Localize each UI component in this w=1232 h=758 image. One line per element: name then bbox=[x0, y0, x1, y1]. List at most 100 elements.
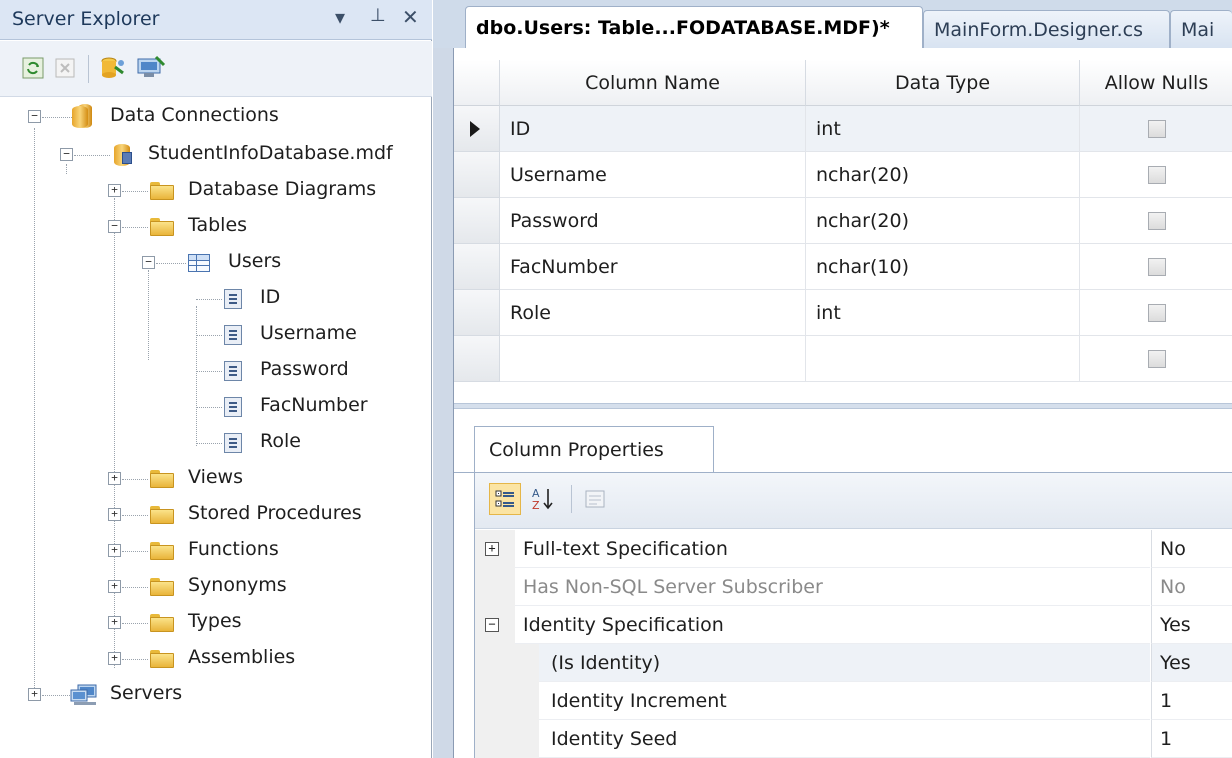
table-row[interactable]: Role int bbox=[454, 290, 1232, 336]
property-grid: AZ + Full-text Specification No Has Non-SQL… bbox=[474, 473, 1232, 758]
connect-to-database-icon[interactable] bbox=[98, 53, 128, 83]
column-icon bbox=[224, 361, 242, 381]
expand-icon[interactable]: + bbox=[28, 688, 41, 701]
allow-nulls-cell bbox=[1080, 336, 1232, 382]
categorized-icon[interactable] bbox=[489, 483, 521, 515]
property-gutter bbox=[475, 568, 515, 606]
row-selector[interactable] bbox=[454, 152, 500, 198]
row-selector[interactable] bbox=[454, 336, 500, 382]
allow-nulls-checkbox[interactable] bbox=[1147, 119, 1166, 138]
window-position-dropdown-icon[interactable]: ▾ bbox=[335, 5, 345, 29]
data-type-cell[interactable] bbox=[806, 336, 1080, 382]
property-value[interactable]: 1 bbox=[1151, 720, 1232, 758]
allow-nulls-checkbox[interactable] bbox=[1147, 303, 1166, 322]
folder-icon bbox=[150, 506, 174, 524]
expand-icon[interactable]: + bbox=[108, 580, 121, 593]
server-explorer-title: Server Explorer bbox=[12, 8, 160, 30]
allow-nulls-checkbox[interactable] bbox=[1147, 257, 1166, 276]
expand-icon[interactable]: + bbox=[108, 184, 121, 197]
column-header-allow-nulls[interactable]: Allow Nulls bbox=[1080, 60, 1232, 106]
table-row[interactable]: Username nchar(20) bbox=[454, 152, 1232, 198]
row-selector[interactable] bbox=[454, 290, 500, 336]
expand-icon[interactable]: + bbox=[108, 652, 121, 665]
allow-nulls-cell bbox=[1080, 244, 1232, 290]
expand-icon[interactable]: + bbox=[108, 544, 121, 557]
column-name-cell[interactable]: Password bbox=[500, 198, 806, 244]
tree-node-label: Data Connections bbox=[110, 104, 279, 126]
expand-icon[interactable]: + bbox=[485, 542, 499, 556]
column-header-name[interactable]: Column Name bbox=[500, 60, 806, 106]
property-row[interactable]: Has Non-SQL Server Subscriber No bbox=[475, 568, 1232, 606]
pane-splitter[interactable] bbox=[454, 403, 1232, 409]
expand-icon[interactable]: + bbox=[108, 616, 121, 629]
stop-refresh-icon[interactable] bbox=[50, 53, 80, 83]
property-name: (Is Identity) bbox=[551, 652, 661, 674]
column-name-cell[interactable]: Username bbox=[500, 152, 806, 198]
autohide-pin-icon[interactable]: ⊥ bbox=[370, 5, 386, 26]
property-value[interactable]: No bbox=[1151, 530, 1232, 568]
property-label-cell: − Identity Specification bbox=[475, 606, 1150, 644]
tab-users-table[interactable]: dbo.Users: Table...FODATABASE.MDF)* bbox=[465, 6, 923, 48]
property-pages-icon[interactable] bbox=[579, 483, 611, 515]
allow-nulls-cell bbox=[1080, 106, 1232, 152]
server-explorer-panel: Server Explorer ▾ ⊥ ✕ − Data Connections… bbox=[0, 0, 432, 758]
tree-guide-line bbox=[148, 270, 149, 360]
collapse-icon[interactable]: − bbox=[108, 220, 121, 233]
collapse-icon[interactable]: − bbox=[60, 148, 73, 161]
column-properties-pane: Column Properties AZ + Full-text Specific… bbox=[454, 410, 1232, 758]
tree-guide-line bbox=[114, 198, 115, 668]
tab-mainform-designer[interactable]: MainForm.Designer.cs bbox=[923, 10, 1170, 48]
row-selector[interactable] bbox=[454, 244, 500, 290]
collapse-icon[interactable]: − bbox=[485, 618, 499, 632]
property-row[interactable]: Identity Increment 1 bbox=[475, 682, 1232, 720]
row-selector[interactable] bbox=[454, 106, 500, 152]
column-name-cell[interactable]: ID bbox=[500, 106, 806, 152]
property-label-cell: + Full-text Specification bbox=[475, 530, 1150, 568]
property-value[interactable]: 1 bbox=[1151, 682, 1232, 720]
table-row[interactable]: ID int bbox=[454, 106, 1232, 152]
column-name-cell[interactable]: Role bbox=[500, 290, 806, 336]
tree-node-label: FacNumber bbox=[260, 394, 368, 416]
tab-column-properties[interactable]: Column Properties bbox=[474, 426, 714, 472]
data-connections-icon bbox=[72, 104, 92, 128]
data-type-cell[interactable]: int bbox=[806, 106, 1080, 152]
data-type-cell[interactable]: nchar(20) bbox=[806, 198, 1080, 244]
column-name-cell[interactable] bbox=[500, 336, 806, 382]
property-row[interactable]: (Is Identity) Yes bbox=[475, 644, 1232, 682]
alphabetical-sort-icon[interactable]: AZ bbox=[527, 483, 559, 515]
expand-icon[interactable]: + bbox=[108, 508, 121, 521]
allow-nulls-cell bbox=[1080, 290, 1232, 336]
expand-icon[interactable]: + bbox=[108, 472, 121, 485]
property-value[interactable]: Yes bbox=[1151, 606, 1232, 644]
row-selector[interactable] bbox=[454, 198, 500, 244]
allow-nulls-checkbox[interactable] bbox=[1147, 211, 1166, 230]
column-header-type[interactable]: Data Type bbox=[806, 60, 1080, 106]
tab-main[interactable]: Mai bbox=[1170, 10, 1232, 48]
table-row[interactable]: FacNumber nchar(10) bbox=[454, 244, 1232, 290]
property-row[interactable]: Identity Seed 1 bbox=[475, 720, 1232, 758]
data-type-cell[interactable]: nchar(10) bbox=[806, 244, 1080, 290]
connect-to-server-icon[interactable] bbox=[136, 53, 166, 83]
table-row[interactable] bbox=[454, 336, 1232, 382]
property-row[interactable]: − Identity Specification Yes bbox=[475, 606, 1232, 644]
property-name: Identity Increment bbox=[551, 690, 727, 712]
folder-icon bbox=[150, 614, 174, 632]
property-row[interactable]: + Full-text Specification No bbox=[475, 530, 1232, 568]
toolbar-separator bbox=[88, 55, 89, 83]
allow-nulls-checkbox[interactable] bbox=[1147, 349, 1166, 368]
collapse-icon[interactable]: − bbox=[28, 110, 41, 123]
refresh-icon[interactable] bbox=[18, 53, 48, 83]
property-value[interactable]: Yes bbox=[1151, 644, 1232, 682]
allow-nulls-checkbox[interactable] bbox=[1147, 165, 1166, 184]
table-row[interactable]: Password nchar(20) bbox=[454, 198, 1232, 244]
collapse-icon[interactable]: − bbox=[142, 256, 155, 269]
property-grid-toolbar: AZ bbox=[475, 473, 1232, 529]
property-value[interactable]: No bbox=[1151, 568, 1232, 606]
column-name-cell[interactable]: FacNumber bbox=[500, 244, 806, 290]
folder-icon bbox=[150, 542, 174, 560]
data-type-cell[interactable]: int bbox=[806, 290, 1080, 336]
tree-node-label: Users bbox=[228, 250, 282, 272]
data-type-cell[interactable]: nchar(20) bbox=[806, 152, 1080, 198]
close-icon[interactable]: ✕ bbox=[402, 5, 419, 29]
tree-node-label: ID bbox=[260, 286, 281, 308]
